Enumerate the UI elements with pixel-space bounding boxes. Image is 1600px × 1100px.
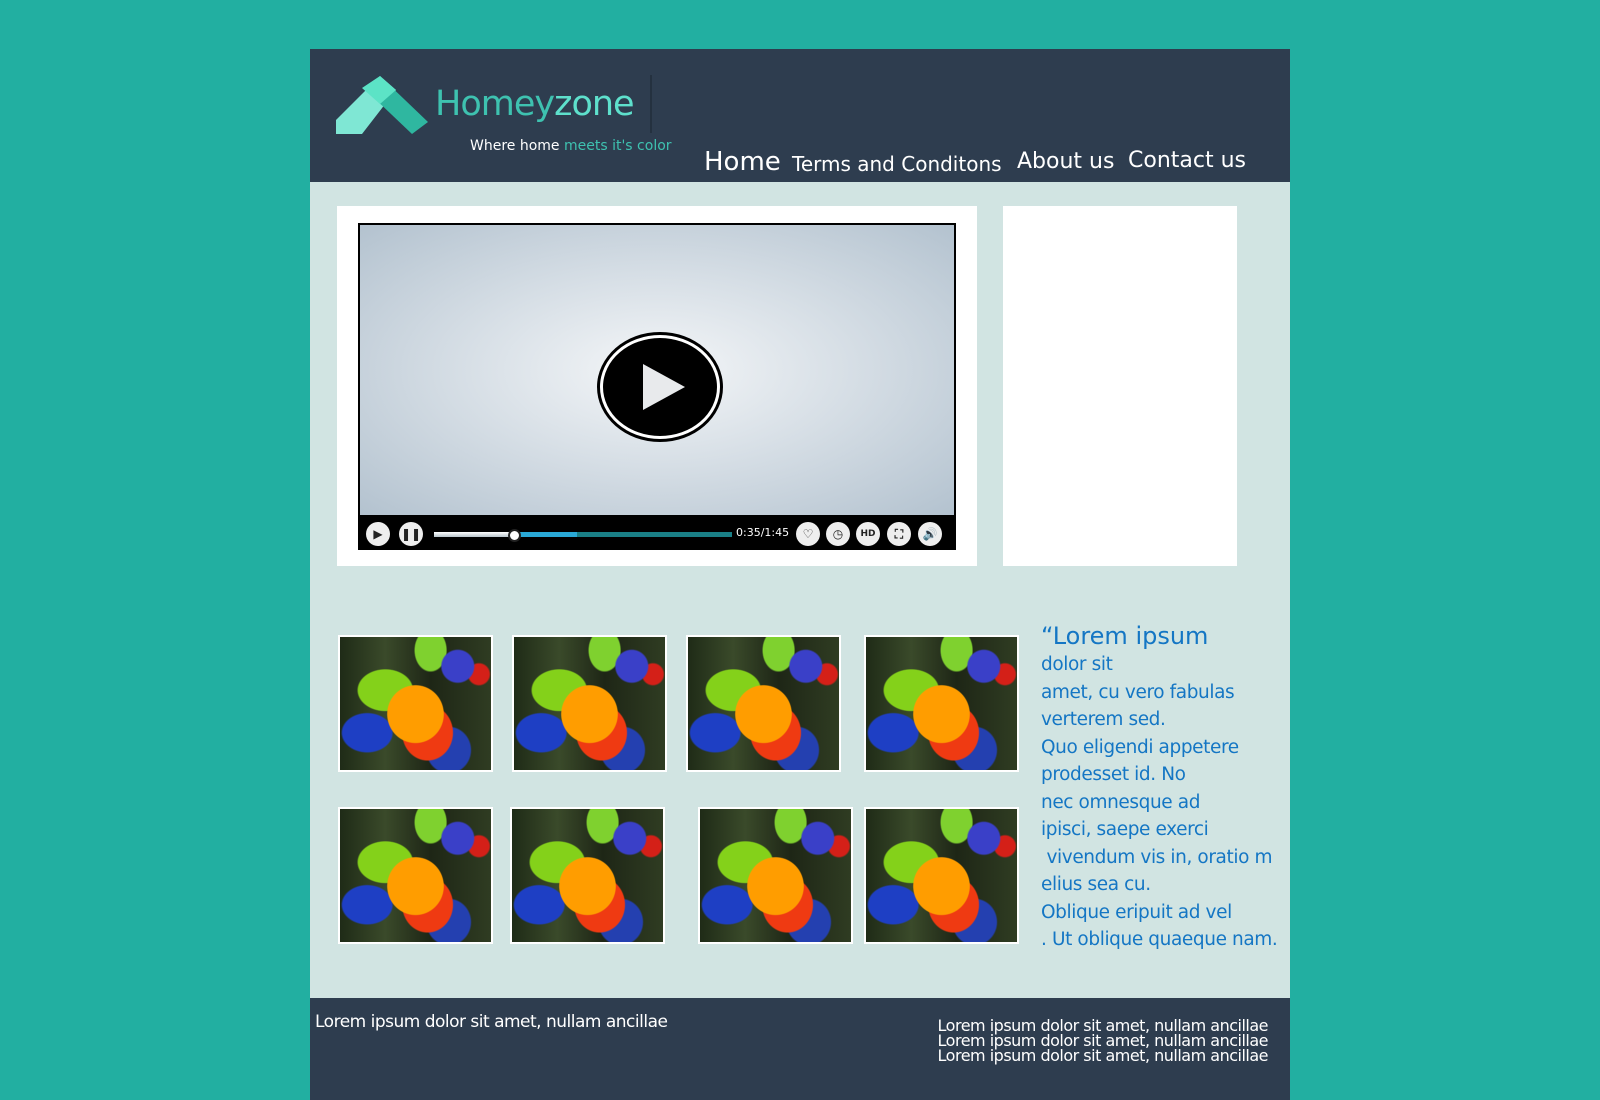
video-controls: ▶ ❚❚ 0:35/1:45 ♡ ◷ HD ⛶ 🔊 — [360, 517, 954, 550]
tagline-part2: meets it's color — [563, 138, 672, 154]
gallery-image[interactable] — [512, 635, 667, 772]
volume-icon[interactable]: 🔊 — [918, 522, 942, 546]
nav-home-link[interactable]: Home — [704, 147, 781, 177]
house-logo-icon[interactable] — [336, 74, 428, 134]
header-divider — [650, 75, 652, 133]
site-footer: Lorem ipsum dolor sit amet, nullam ancil… — [310, 998, 1290, 1100]
fullscreen-icon[interactable]: ⛶ — [887, 522, 911, 546]
seek-bar[interactable] — [434, 529, 732, 542]
quote-line: nec omnesque ad — [1041, 791, 1201, 813]
gallery-image[interactable] — [698, 807, 853, 944]
page-container: Homeyzone Where home meets it's color Ho… — [310, 49, 1290, 1100]
nav-contact-link[interactable]: Contact us — [1128, 148, 1246, 173]
quote-line: verterem sed. — [1041, 709, 1166, 730]
video-screen[interactable] — [360, 225, 954, 515]
big-play-icon[interactable] — [600, 335, 720, 439]
quote-line: Quo eligendi appetere — [1041, 736, 1239, 758]
quote-line: prodesset id. No — [1041, 764, 1186, 785]
pause-icon[interactable]: ❚❚ — [399, 522, 423, 546]
brand-name-part1: Homey — [435, 84, 555, 124]
heart-icon[interactable]: ♡ — [796, 522, 820, 546]
time-display: 0:35/1:45 — [736, 526, 790, 539]
nav-about-link[interactable]: About us — [1017, 149, 1114, 174]
quote-block: “Lorem ipsum dolor sit amet, cu vero fab… — [1041, 621, 1286, 954]
gallery-image[interactable] — [686, 635, 841, 772]
gallery-image[interactable] — [338, 807, 493, 944]
quote-heading: “Lorem ipsum — [1041, 622, 1209, 650]
brand-name[interactable]: Homeyzone — [435, 84, 635, 124]
hd-icon[interactable]: HD — [856, 522, 880, 546]
quote-line: amet, cu vero fabulas — [1041, 681, 1235, 703]
gallery-image[interactable] — [864, 635, 1019, 772]
footer-left-text: Lorem ipsum dolor sit amet, nullam ancil… — [315, 1012, 668, 1032]
quote-line: ipisci, saepe exerci — [1041, 819, 1209, 840]
nav-terms-link[interactable]: Terms and Conditons — [792, 152, 1002, 176]
quote-line: . Ut oblique quaeque nam. — [1041, 929, 1278, 950]
quote-line: vivendum vis in, oratio m — [1041, 846, 1273, 868]
gallery-image[interactable] — [510, 807, 665, 944]
quote-line: dolor sit — [1041, 654, 1113, 675]
play-icon[interactable]: ▶ — [366, 522, 390, 546]
footer-right-text: Lorem ipsum dolor sit amet, nullam ancil… — [937, 1018, 1269, 1065]
video-player[interactable]: ▶ ❚❚ 0:35/1:45 ♡ ◷ HD ⛶ 🔊 — [358, 223, 956, 550]
side-panel — [1003, 206, 1237, 566]
gallery-image[interactable] — [864, 807, 1019, 944]
tagline: Where home meets it's color — [470, 138, 672, 154]
quote-line: Oblique eripuit ad vel — [1041, 901, 1232, 923]
quote-line: elius sea cu. — [1041, 874, 1151, 895]
video-panel: ▶ ❚❚ 0:35/1:45 ♡ ◷ HD ⛶ 🔊 — [337, 206, 977, 566]
site-header: Homeyzone Where home meets it's color Ho… — [310, 49, 1290, 182]
tagline-part1: Where home — [470, 138, 564, 154]
seek-handle[interactable] — [508, 529, 522, 542]
brand-name-part2: zone — [554, 84, 635, 124]
gallery-image[interactable] — [338, 635, 493, 772]
footer-right-line: Lorem ipsum dolor sit amet, nullam ancil… — [937, 1046, 1269, 1065]
clock-icon[interactable]: ◷ — [826, 522, 850, 546]
played-bar — [434, 532, 515, 537]
